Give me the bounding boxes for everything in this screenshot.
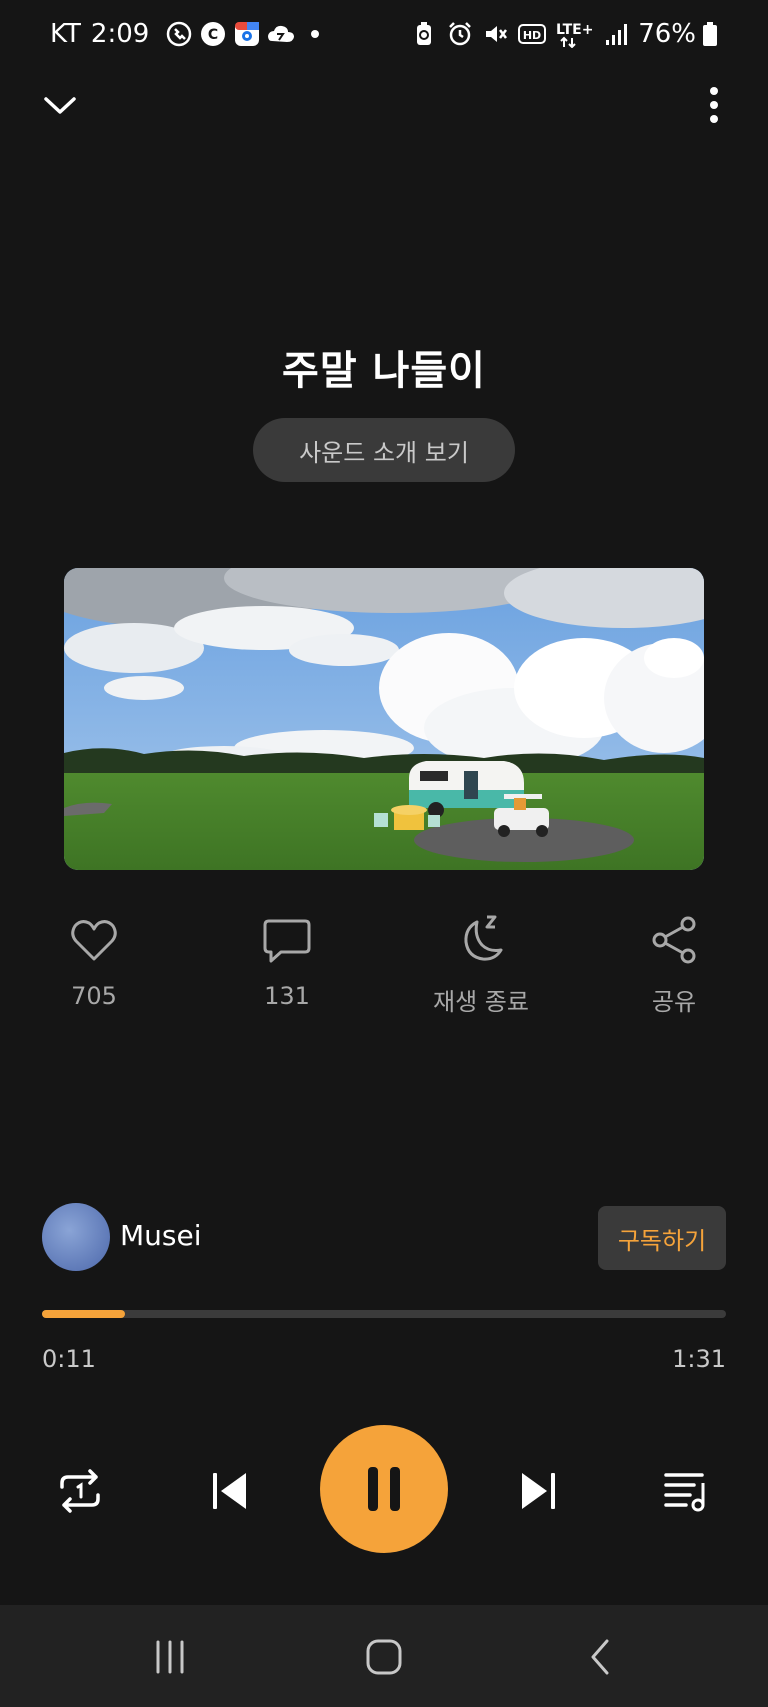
comment-count: 131 xyxy=(264,982,310,1010)
previous-icon xyxy=(213,1473,246,1509)
call-icon xyxy=(165,20,193,48)
sound-title: 주말 나들이 xyxy=(282,348,486,394)
comment-button[interactable]: 131 xyxy=(207,912,367,1010)
repeat-button[interactable] xyxy=(52,1463,108,1519)
action-row: 705 131 재생 종료 공유 xyxy=(0,912,768,1016)
back-icon xyxy=(591,1639,609,1675)
playback-controls xyxy=(0,1425,768,1555)
battery: 76% xyxy=(638,19,718,49)
status-right: HD LTE+ 76% xyxy=(410,19,718,49)
battery-saver-icon xyxy=(410,20,438,48)
playlist-button[interactable] xyxy=(658,1463,714,1519)
progress-bar[interactable] xyxy=(42,1310,726,1318)
like-count: 705 xyxy=(71,982,117,1010)
share-icon xyxy=(652,916,696,964)
dot-icon xyxy=(301,20,329,48)
carrier: KT xyxy=(50,19,81,49)
artwork-image xyxy=(64,568,704,870)
lte-plus-icon: LTE+ xyxy=(554,20,594,48)
lte-label: LTE+ xyxy=(556,22,593,38)
pause-button[interactable] xyxy=(320,1425,448,1553)
system-nav-bar xyxy=(0,1605,768,1707)
c-app-icon: C xyxy=(199,20,227,48)
more-vertical-icon xyxy=(710,87,718,123)
progress-fill xyxy=(42,1310,125,1318)
sleep-timer-label: 재생 종료 xyxy=(433,988,529,1016)
cloud-app-icon xyxy=(267,20,295,48)
status-bar: KT 2:09 C HD LTE+ 76% xyxy=(0,0,768,68)
repeat-one-icon xyxy=(60,1469,100,1513)
artist-name[interactable]: Musei xyxy=(120,1219,202,1252)
subscribe-button[interactable]: 구독하기 xyxy=(598,1206,726,1270)
comment-icon xyxy=(263,919,311,963)
playlist-icon xyxy=(664,1473,705,1512)
moon-sleep-icon xyxy=(464,915,503,961)
artist-avatar[interactable] xyxy=(42,1203,110,1271)
battery-percent: 76% xyxy=(638,19,696,49)
total-time: 1:31 xyxy=(672,1345,726,1373)
hd-icon: HD xyxy=(518,20,547,48)
share-label: 공유 xyxy=(651,988,697,1016)
current-time: 0:11 xyxy=(42,1345,96,1373)
status-left: KT 2:09 C xyxy=(50,19,329,49)
recent-apps-button[interactable] xyxy=(140,1635,200,1679)
svg-text:C: C xyxy=(208,27,218,43)
next-icon xyxy=(522,1473,555,1509)
clock: 2:09 xyxy=(90,19,150,49)
like-button[interactable]: 705 xyxy=(14,912,174,1010)
home-button[interactable] xyxy=(354,1635,414,1679)
view-sound-intro-button[interactable]: 사운드 소개 보기 xyxy=(253,418,515,482)
svg-text:HD: HD xyxy=(523,29,541,42)
more-options-button[interactable] xyxy=(696,81,732,129)
recent-apps-icon xyxy=(156,1640,184,1674)
battery-icon xyxy=(703,22,717,46)
heart-icon xyxy=(71,920,117,961)
previous-button[interactable] xyxy=(202,1463,258,1519)
home-icon xyxy=(366,1639,402,1675)
top-bar xyxy=(0,75,768,135)
signal-icon xyxy=(602,20,630,48)
alarm-icon xyxy=(446,20,474,48)
chevron-down-icon xyxy=(44,97,76,114)
next-button[interactable] xyxy=(510,1463,566,1519)
share-button[interactable]: 공유 xyxy=(594,912,754,1017)
back-button[interactable] xyxy=(570,1635,630,1679)
collapse-button[interactable] xyxy=(36,83,84,127)
camper-trailer-illustration xyxy=(64,568,704,870)
notification-icons: C xyxy=(165,20,329,48)
mute-icon xyxy=(482,20,510,48)
map-app-icon xyxy=(233,20,261,48)
sleep-timer-button[interactable]: 재생 종료 xyxy=(401,912,561,1017)
pause-icon xyxy=(368,1467,400,1511)
artist-row: Musei 구독하기 xyxy=(42,1203,726,1271)
